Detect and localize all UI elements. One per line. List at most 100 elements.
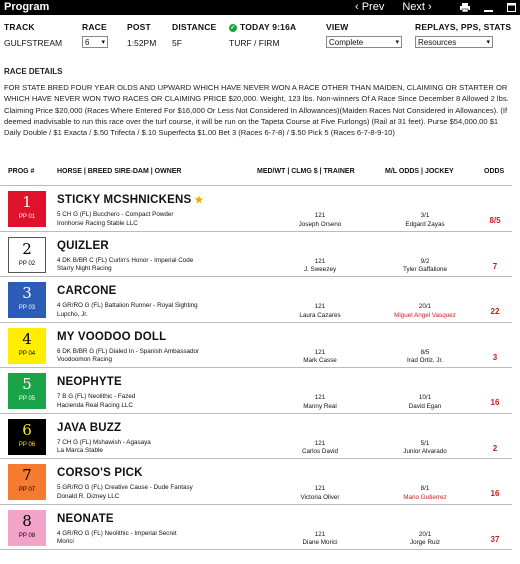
table-row[interactable]: 8 PP 08 NEONATE 4 GR/RO G (FL) Neolithic - … [0, 503, 512, 549]
jockey: David Egan [408, 402, 442, 410]
track-block: TRACK GULFSTREAM [4, 22, 62, 48]
chevron-down-icon: ▾ [395, 39, 399, 46]
table-row[interactable]: 6 PP 06 JAVA BUZZ 7 CH G (FL) Mshawish - Ag… [0, 412, 512, 458]
owner: Ironhorse Racing Stable LLC [57, 219, 138, 227]
horse-name[interactable]: NEONATE [57, 513, 114, 525]
saddlecloth: 7 PP 07 [8, 464, 46, 500]
program-number: 4 [22, 329, 32, 348]
owner: Starry Night Racing [57, 265, 112, 273]
program-number: 3 [22, 284, 32, 302]
table-row[interactable]: 2 PP 02 QUIZLER 4 DK B/BR C (FL) Curlin's H… [0, 230, 512, 276]
trainer: Victoria Oliver [300, 493, 340, 501]
live-odds: 7 [492, 261, 498, 271]
pedigree: 4 GR/RO G (FL) Battalion Runner - Royal … [57, 302, 198, 319]
today-label: TODAY 9:16A [240, 22, 297, 32]
col-prog: PROG # [8, 168, 35, 175]
horse-name[interactable]: CORSO'S PICK [57, 467, 143, 479]
ml-odds-jockey: 8/1 Mario Gutierrez [380, 485, 470, 502]
program-number: 6 [22, 420, 32, 439]
horse-name[interactable]: JAVA BUZZ [57, 422, 121, 434]
race-select[interactable]: 6 ▾ [82, 36, 108, 48]
table-row[interactable]: 1 PP 01 STICKY MCSHNICKENS ★ 5 CH G (FL) Buc… [0, 185, 512, 230]
saddlecloth: 8 PP 08 [8, 509, 46, 546]
horse-name-text: CARCONE [57, 285, 117, 297]
horse-name-text: JAVA BUZZ [57, 421, 122, 434]
post-position: PP 02 [18, 260, 36, 267]
live-odds: 37 [490, 534, 500, 544]
table-row[interactable]: 7 PP 07 CORSO'S PICK 5 GR/RO G (FL) Creativ… [0, 458, 512, 503]
owner: Voodoomon Racing [57, 356, 112, 364]
horse-name[interactable]: NEOPHYTE [57, 376, 122, 388]
table-header: PROG # HORSE | BREED SIRE-DAM | OWNER ME… [0, 168, 520, 180]
post-position: PP 03 [18, 305, 36, 311]
live-odds: 3 [492, 352, 498, 362]
jockey: Jorge Ruiz [409, 539, 441, 547]
breed-sire-dam: 7 CH G (FL) Mshawish - Agasaya [57, 438, 151, 446]
med-weight-trainer: 121 Victoria Oliver [270, 485, 370, 502]
horse-name[interactable]: QUIZLER [57, 240, 109, 252]
trainer: J. Sweezey [303, 266, 337, 274]
chevron-down-icon: ▾ [486, 39, 490, 46]
trainer: Diane Morici [302, 539, 338, 547]
horse-name[interactable]: STICKY MCSHNICKENS ★ [57, 194, 204, 206]
star-icon: ★ [194, 195, 204, 206]
today-block: ✓ TODAY 9:16A TURF / FIRM [229, 22, 296, 48]
pedigree: 5 CH G (FL) Bucchero - Compact Powder Iro… [57, 211, 174, 228]
replays-label: REPLAYS, PPS, STATS [415, 22, 512, 32]
med-weight-trainer: 121 Manny Real [270, 394, 370, 411]
program-number: 1 [22, 193, 32, 211]
breed-sire-dam: 5 GR/RO G (FL) Creative Cause - Dude Fan… [57, 484, 193, 491]
horse-name[interactable]: CARCONE [57, 285, 117, 297]
horse-name-text: STICKY MCSHNICKENS [57, 194, 192, 206]
col-ml: M/L ODDS | JOCKEY [385, 168, 454, 175]
post-position: PP 05 [18, 396, 36, 402]
replays-select[interactable]: Resources ▾ [415, 36, 493, 48]
race-info: TRACK GULFSTREAM RACE 6 ▾ POST 1:52PM DI… [0, 22, 520, 56]
view-select-value: Complete [329, 37, 364, 47]
post-value: 1:52PM [127, 38, 157, 48]
col-med: MED/WT | CLMG $ | TRAINER [257, 168, 355, 175]
prev-button[interactable]: ‹ Prev [355, 1, 384, 13]
popout-icon[interactable] [507, 0, 516, 17]
table-row[interactable]: 3 PP 03 CARCONE 4 GR/RO G (FL) Battalion Ru… [0, 276, 512, 321]
post-block: POST 1:52PM [127, 22, 156, 48]
horse-name[interactable]: MY VOODOO DOLL [57, 331, 166, 343]
saddlecloth: 6 PP 06 [8, 418, 46, 455]
weight: 121 [314, 348, 326, 356]
med-weight-trainer: 121 Mark Casse [270, 349, 370, 366]
minimize-icon[interactable] [484, 0, 493, 17]
race-label: RACE [82, 22, 107, 32]
trainer: Mark Casse [303, 357, 337, 365]
table-row[interactable]: 5 PP 05 NEOPHYTE 7 B G (FL) Neolithic - Faz… [0, 367, 512, 412]
race-details-text: FOR STATE BRED FOUR YEAR OLDS AND UPWARD… [4, 83, 509, 138]
weight: 121 [314, 257, 326, 265]
saddlecloth: 5 PP 05 [8, 373, 46, 409]
next-button[interactable]: Next › [402, 1, 431, 13]
table-row[interactable]: 4 PP 04 MY VOODOO DOLL 6 DK B/BR G (FL) Dia… [0, 321, 512, 367]
post-position: PP 08 [18, 532, 36, 539]
toolbar-icons [460, 0, 516, 15]
post-position: PP 06 [18, 441, 36, 448]
breed-sire-dam: 7 B G (FL) Neolithic - Fazed [57, 393, 136, 400]
view-select[interactable]: Complete ▾ [326, 36, 402, 48]
trainer: Manny Real [303, 402, 337, 410]
race-nav: ‹ Prev Next › [355, 1, 432, 13]
weight: 121 [314, 485, 326, 492]
weight: 121 [314, 439, 326, 447]
ml-odds-jockey: 9/2 Tyler Gaffalione [380, 258, 470, 275]
live-odds: 16 [490, 398, 500, 407]
ml-odds-jockey: 20/1 Miguel Angel Vasquez [380, 303, 470, 320]
ml-odds-jockey: 3/1 Edgard Zayas [380, 212, 470, 229]
surface-value: TURF / FIRM [229, 38, 280, 48]
ml-odds: 9/2 [420, 257, 430, 265]
race-details-heading: RACE DETAILS [4, 67, 63, 76]
print-icon[interactable] [460, 0, 470, 17]
col-odds: ODDS [484, 168, 505, 175]
owner: La Marca Stable [57, 447, 103, 455]
jockey: Tyler Gaffalione [403, 266, 447, 274]
ml-odds: 20/1 [418, 530, 432, 538]
med-weight-trainer: 121 Carlos David [270, 440, 370, 457]
ml-odds: 8/1 [420, 485, 430, 492]
trainer: Joseph Orseno [298, 220, 342, 228]
distance-block: DISTANCE 5F [172, 22, 216, 48]
